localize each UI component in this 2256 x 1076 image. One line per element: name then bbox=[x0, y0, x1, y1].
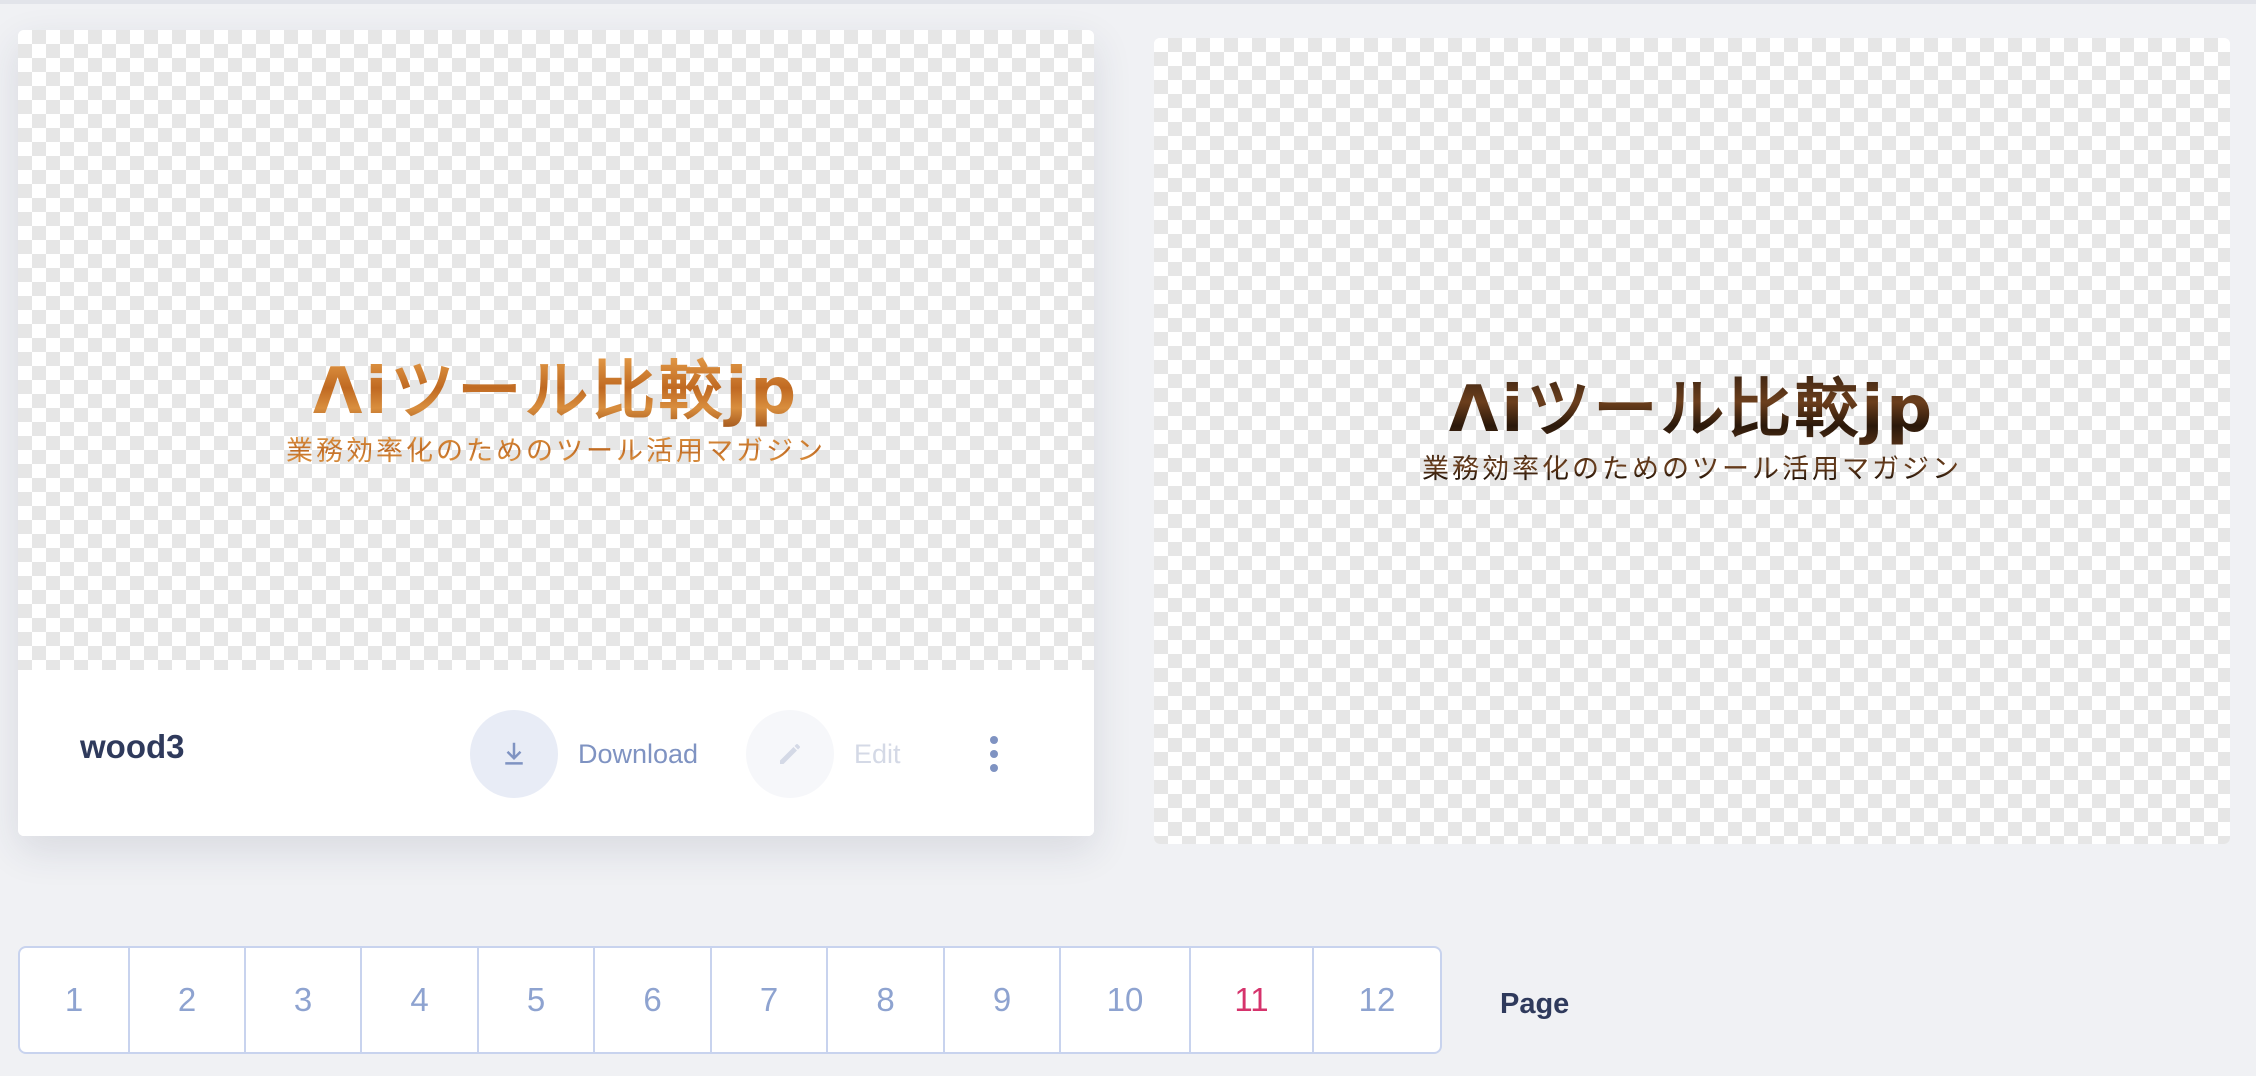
template-card[interactable]: Λiツール比較jp 業務効率化のためのツール活用マガジン bbox=[1154, 38, 2230, 844]
logo-title: Λiツール比較jp bbox=[18, 352, 1094, 432]
page-2[interactable]: 2 bbox=[130, 948, 246, 1052]
card-footer: wood3 Download Edit bbox=[18, 670, 1094, 836]
page-11-current[interactable]: 11 bbox=[1191, 948, 1314, 1052]
more-vertical-icon[interactable] bbox=[966, 726, 1022, 782]
template-preview[interactable]: Λiツール比較jp 業務効率化のためのツール活用マガジン bbox=[1154, 38, 2230, 844]
page-12[interactable]: 12 bbox=[1314, 948, 1440, 1052]
more-dot bbox=[990, 736, 998, 744]
download-icon bbox=[470, 710, 558, 798]
page-8[interactable]: 8 bbox=[828, 948, 945, 1052]
more-dot bbox=[990, 764, 998, 772]
download-button[interactable]: Download bbox=[470, 710, 698, 798]
page-1[interactable]: 1 bbox=[20, 948, 130, 1052]
page-4[interactable]: 4 bbox=[362, 948, 479, 1052]
page-6[interactable]: 6 bbox=[595, 948, 712, 1052]
page-9[interactable]: 9 bbox=[945, 948, 1061, 1052]
download-label: Download bbox=[578, 738, 699, 769]
top-divider bbox=[0, 0, 2256, 4]
template-preview[interactable]: Λiツール比較jp 業務効率化のためのツール活用マガジン bbox=[18, 30, 1094, 670]
page-7[interactable]: 7 bbox=[712, 948, 828, 1052]
page-label: Page bbox=[1500, 988, 1570, 1020]
logo-title: Λiツール比較jp bbox=[1154, 370, 2230, 450]
pencil-icon bbox=[746, 710, 834, 798]
pagination: 1 2 3 4 5 6 7 8 9 10 11 12 bbox=[18, 946, 1442, 1054]
logo-subtitle: 業務効率化のためのツール活用マガジン bbox=[1154, 450, 2230, 490]
more-dot bbox=[990, 750, 998, 758]
page-10[interactable]: 10 bbox=[1061, 948, 1191, 1052]
logo-preview: Λiツール比較jp 業務効率化のためのツール活用マガジン bbox=[1154, 370, 2230, 490]
logo-preview: Λiツール比較jp 業務効率化のためのツール活用マガジン bbox=[18, 352, 1094, 472]
edit-label: Edit bbox=[854, 738, 901, 769]
template-card-wood3[interactable]: Λiツール比較jp 業務効率化のためのツール活用マガジン wood3 Downl… bbox=[18, 30, 1094, 836]
logo-subtitle: 業務効率化のためのツール活用マガジン bbox=[18, 432, 1094, 472]
template-name: wood3 bbox=[80, 728, 185, 765]
page-3[interactable]: 3 bbox=[246, 948, 362, 1052]
page-5[interactable]: 5 bbox=[479, 948, 595, 1052]
edit-button[interactable]: Edit bbox=[746, 710, 901, 798]
